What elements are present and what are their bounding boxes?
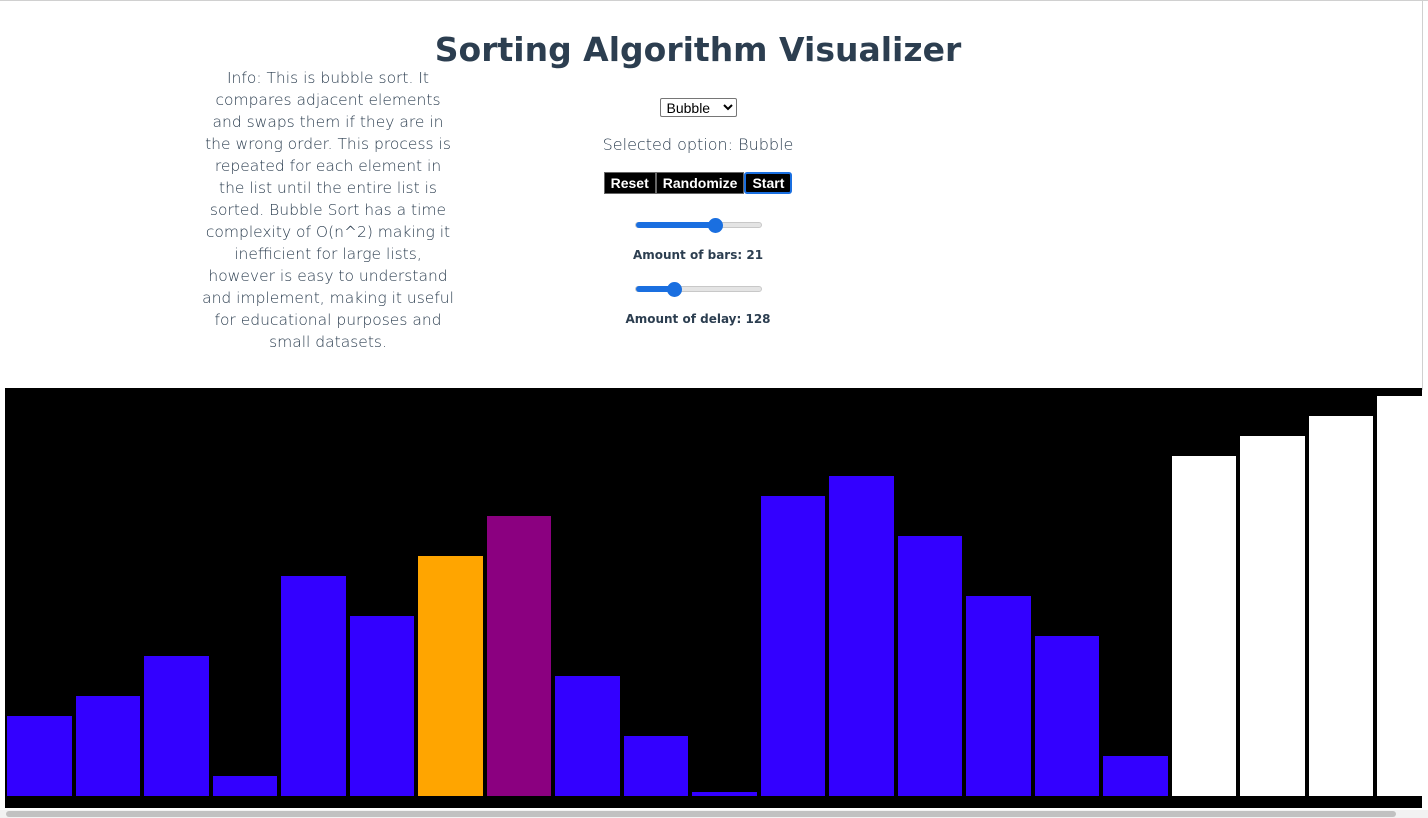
button-row: Reset Randomize Start [548, 172, 848, 194]
bar-16 [1034, 636, 1099, 796]
bar-17 [1103, 756, 1168, 796]
bar-9 [555, 676, 620, 796]
bar-10 [623, 736, 688, 796]
sorting-bar-chart [5, 388, 1422, 808]
horizontal-scrollbar[interactable] [0, 810, 1428, 818]
delay-slider[interactable] [635, 282, 762, 297]
delay-slider-wrap [548, 274, 848, 304]
controls-panel: Bubble Selected option: Bubble Reset Ran… [548, 98, 848, 326]
window-top-border [0, 0, 1428, 1]
bar-15 [966, 596, 1031, 796]
bars-slider-fill [636, 222, 715, 228]
bar-13 [829, 476, 894, 796]
bar-5 [281, 576, 346, 796]
start-button[interactable]: Start [744, 172, 793, 194]
bars-amount-label: Amount of bars: 21 [632, 248, 764, 262]
bar-11 [692, 792, 757, 796]
randomize-button[interactable]: Randomize [655, 172, 745, 194]
bar-2 [75, 696, 140, 796]
bars-slider-wrap [548, 210, 848, 240]
bar-4 [212, 776, 277, 796]
bars-slider-thumb[interactable] [707, 218, 723, 233]
bar-18 [1171, 456, 1236, 796]
bar-8 [486, 516, 551, 796]
bar-6 [349, 616, 414, 796]
bar-3 [144, 656, 209, 796]
bar-21 [1377, 396, 1422, 796]
window-right-border [1422, 0, 1423, 390]
bar-19 [1240, 436, 1305, 796]
selected-option-text: Selected option: Bubble [602, 135, 794, 154]
bar-1 [7, 716, 72, 796]
bar-7 [418, 556, 483, 796]
reset-button[interactable]: Reset [603, 172, 656, 194]
bar-14 [897, 536, 962, 796]
page-title: Sorting Algorithm Visualizer [434, 30, 962, 69]
algorithm-select[interactable]: Bubble [659, 98, 737, 117]
bar-20 [1308, 416, 1373, 796]
algorithm-info-text: Info: This is bubble sort. It compares a… [202, 69, 454, 351]
delay-slider-thumb[interactable] [667, 282, 683, 297]
bars-slider[interactable] [635, 218, 762, 233]
bar-12 [760, 496, 825, 796]
delay-amount-label: Amount of delay: 128 [625, 312, 771, 326]
horizontal-scrollbar-thumb[interactable] [6, 811, 1396, 817]
